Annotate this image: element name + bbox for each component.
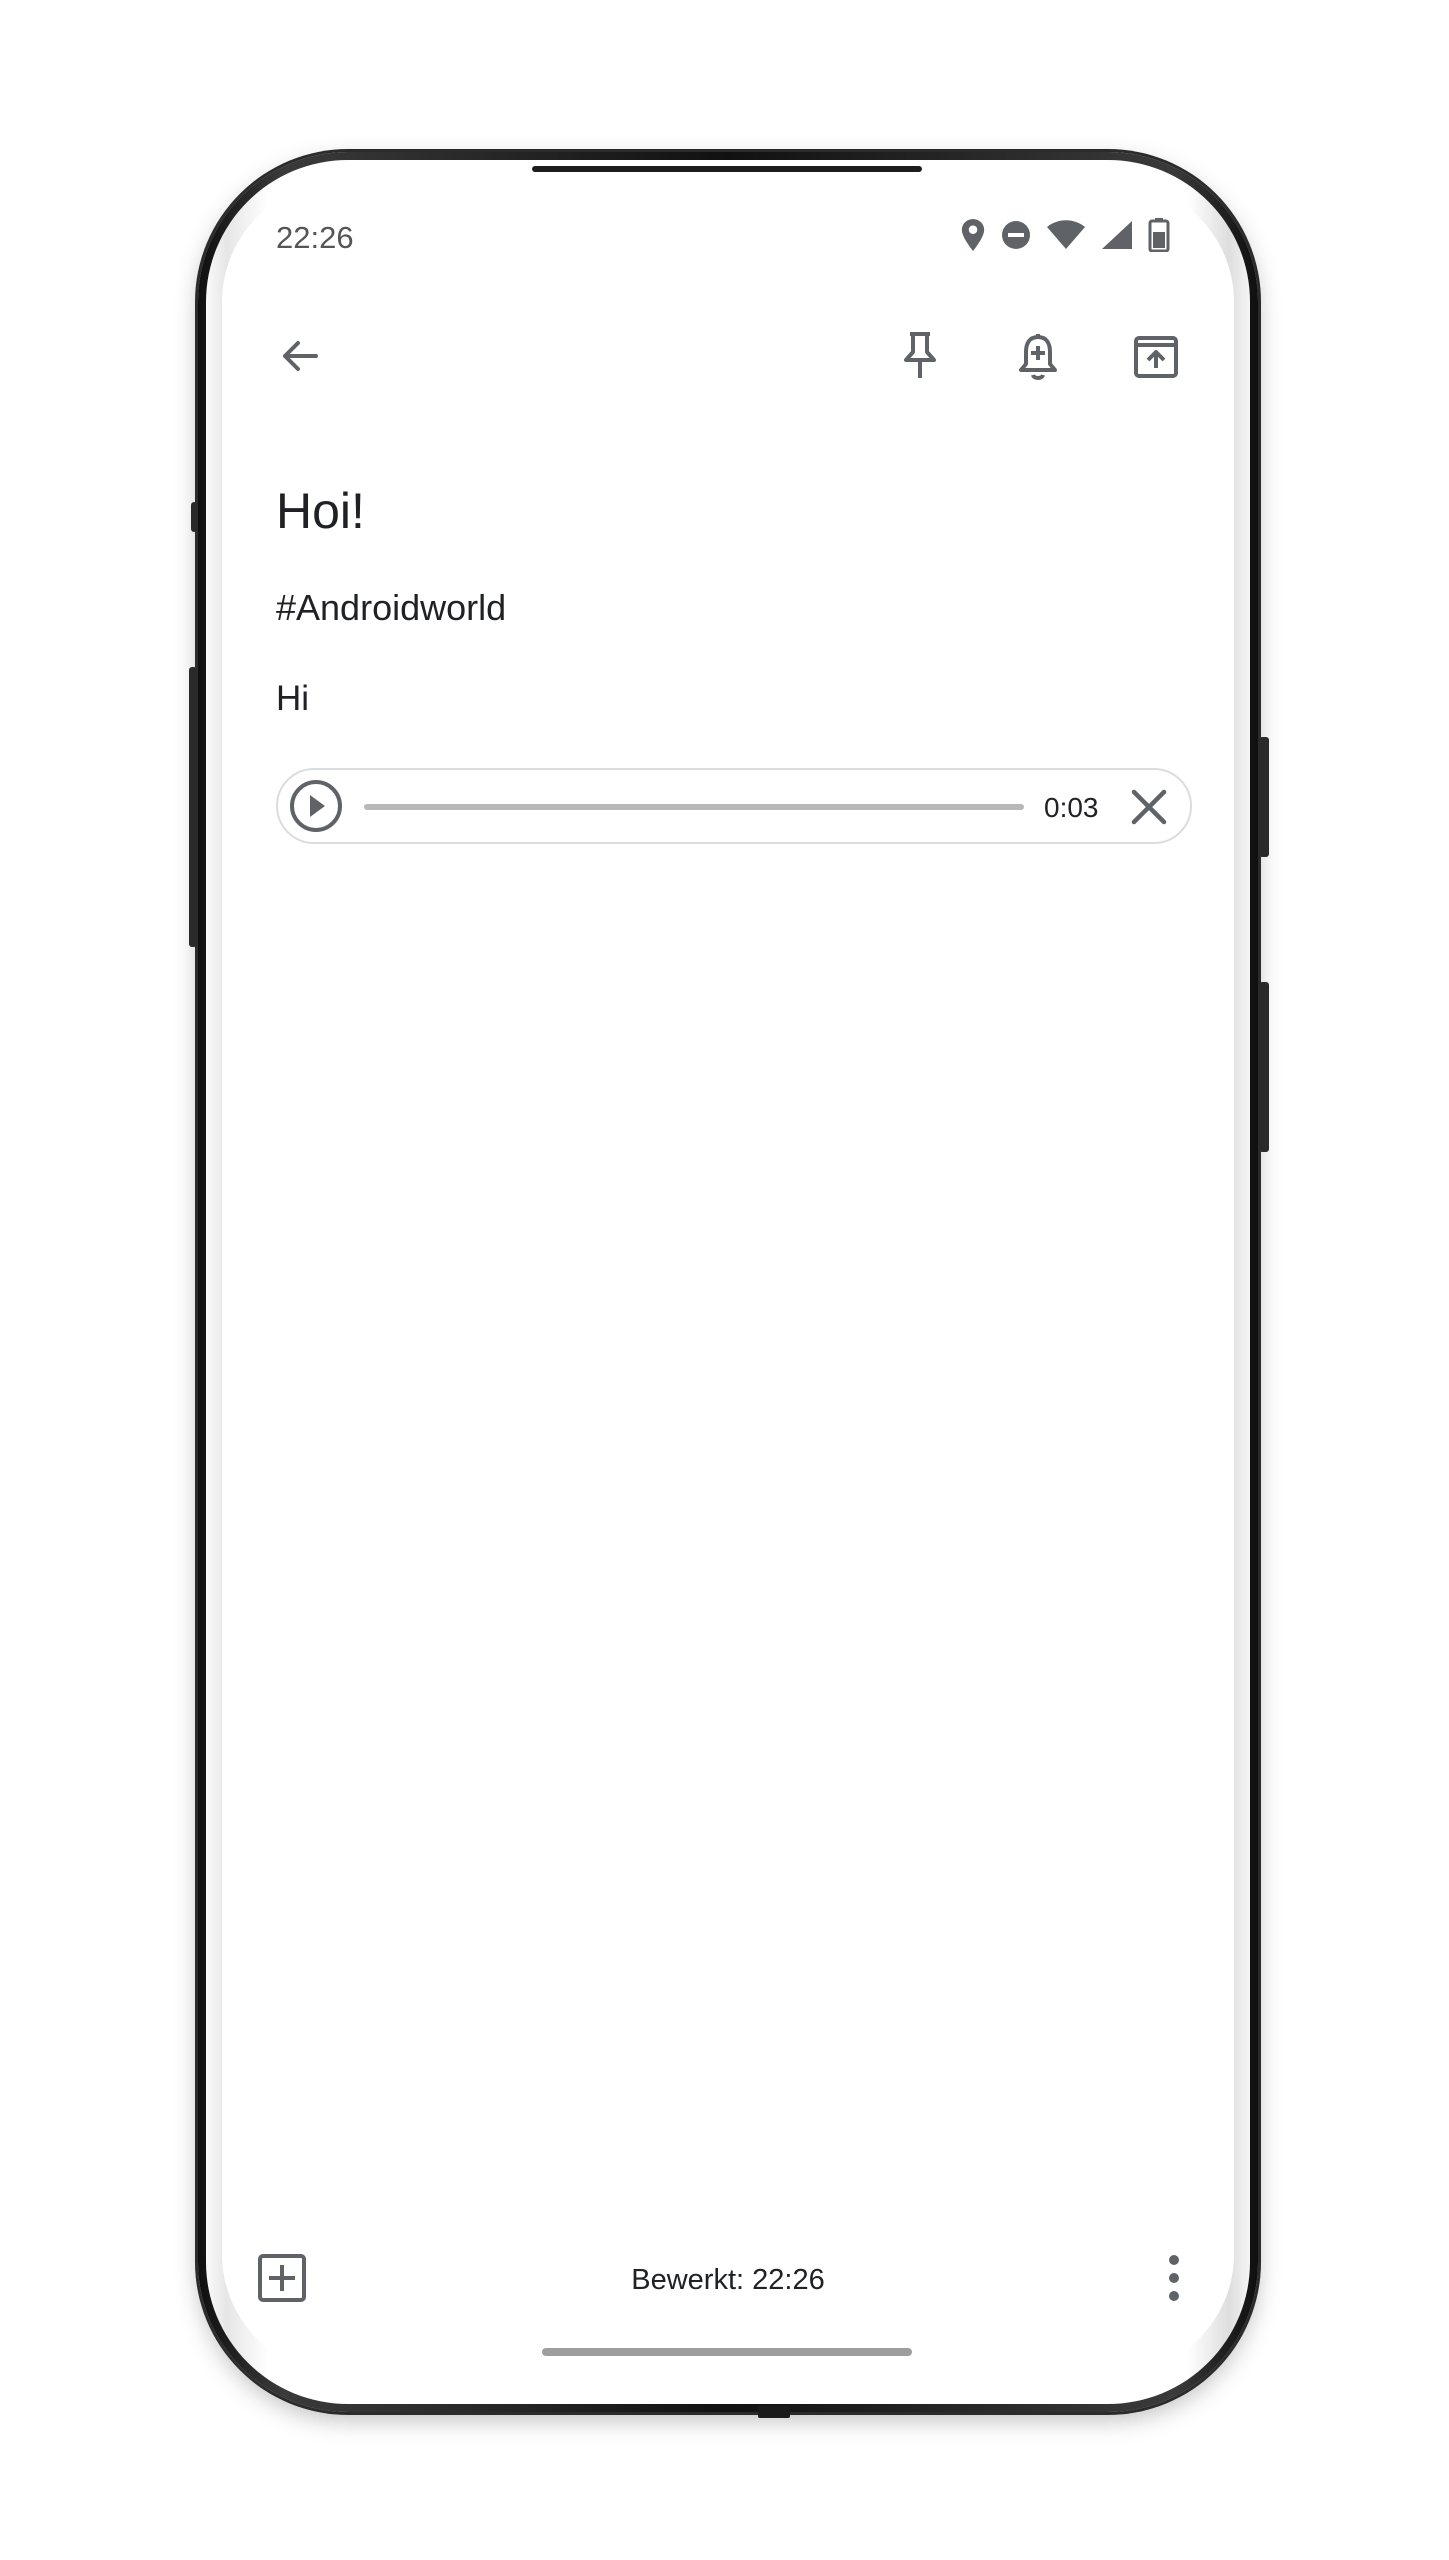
close-icon — [1126, 789, 1172, 834]
phone-frame: 22:26 Hoi! #Androidworld Hi 0:03 Bewerkt… — [189, 152, 1269, 2418]
status-time: 22:26 — [276, 220, 354, 255]
status-icons — [960, 218, 1170, 252]
location-icon — [960, 218, 986, 252]
audio-recording: 0:03 — [276, 768, 1192, 844]
phone-side-button — [191, 502, 197, 532]
wifi-icon — [1046, 219, 1086, 251]
phone-port — [758, 2406, 790, 2418]
pin-icon — [898, 330, 942, 387]
audio-duration: 0:03 — [1044, 792, 1099, 823]
page: 22:26 Hoi! #Androidworld Hi 0:03 Bewerkt… — [0, 0, 1449, 2560]
phone-volume-button — [189, 667, 197, 947]
note-body[interactable]: Hi — [276, 679, 309, 719]
edited-timestamp: Bewerkt: 22:26 — [631, 2264, 825, 2296]
play-icon — [288, 780, 344, 838]
pin-button[interactable] — [884, 322, 956, 394]
back-button[interactable] — [264, 322, 336, 394]
note-toolbar — [222, 312, 1234, 412]
do-not-disturb-icon — [1000, 219, 1032, 251]
note-title[interactable]: Hoi! — [276, 482, 365, 540]
phone-power-button — [1259, 982, 1269, 1152]
reminder-button[interactable] — [1002, 322, 1074, 394]
phone-earpiece — [532, 166, 922, 172]
more-vert-icon — [1162, 2255, 1186, 2308]
remove-audio-button[interactable] — [1126, 784, 1172, 830]
phone-alert-slider — [1259, 737, 1269, 857]
audio-progress-track[interactable] — [364, 804, 1024, 810]
archive-icon — [1132, 332, 1180, 385]
bottom-bar: Bewerkt: 22:26 — [222, 2222, 1234, 2332]
more-options-button[interactable] — [1162, 2252, 1186, 2304]
back-arrow-icon — [278, 334, 322, 383]
archive-button[interactable] — [1120, 322, 1192, 394]
reminder-icon — [1016, 330, 1060, 387]
status-bar: 22:26 — [222, 182, 1234, 272]
battery-icon — [1148, 218, 1170, 252]
signal-icon — [1100, 219, 1134, 251]
play-button[interactable] — [288, 778, 344, 834]
home-indicator[interactable] — [542, 2348, 912, 2356]
note-tag[interactable]: #Androidworld — [276, 587, 506, 629]
screen: 22:26 Hoi! #Androidworld Hi 0:03 Bewerkt… — [222, 182, 1234, 2374]
